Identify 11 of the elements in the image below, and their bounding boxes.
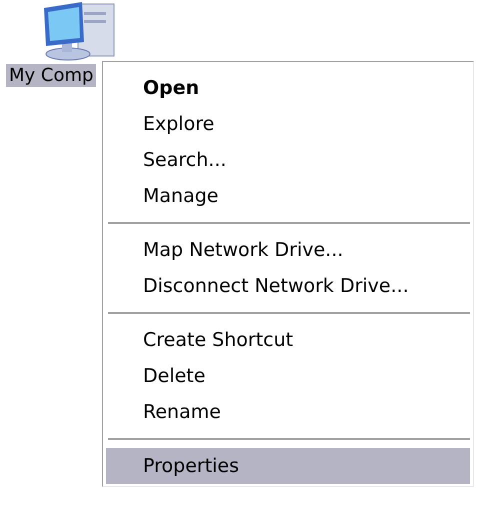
menu-item[interactable]: Properties [106,448,470,484]
menu-item[interactable]: Delete [106,358,470,394]
menu-item[interactable]: Manage [106,178,470,214]
menu-item[interactable]: Search... [106,142,470,178]
menu-item[interactable]: Open [106,70,470,106]
menu-item[interactable]: Rename [106,394,470,430]
menu-item[interactable]: Create Shortcut [106,322,470,358]
menu-item[interactable]: Disconnect Network Drive... [106,268,470,304]
icon-label: My Comp [6,64,96,87]
menu-item[interactable]: Map Network Drive... [106,232,470,268]
menu-item[interactable]: Explore [106,106,470,142]
